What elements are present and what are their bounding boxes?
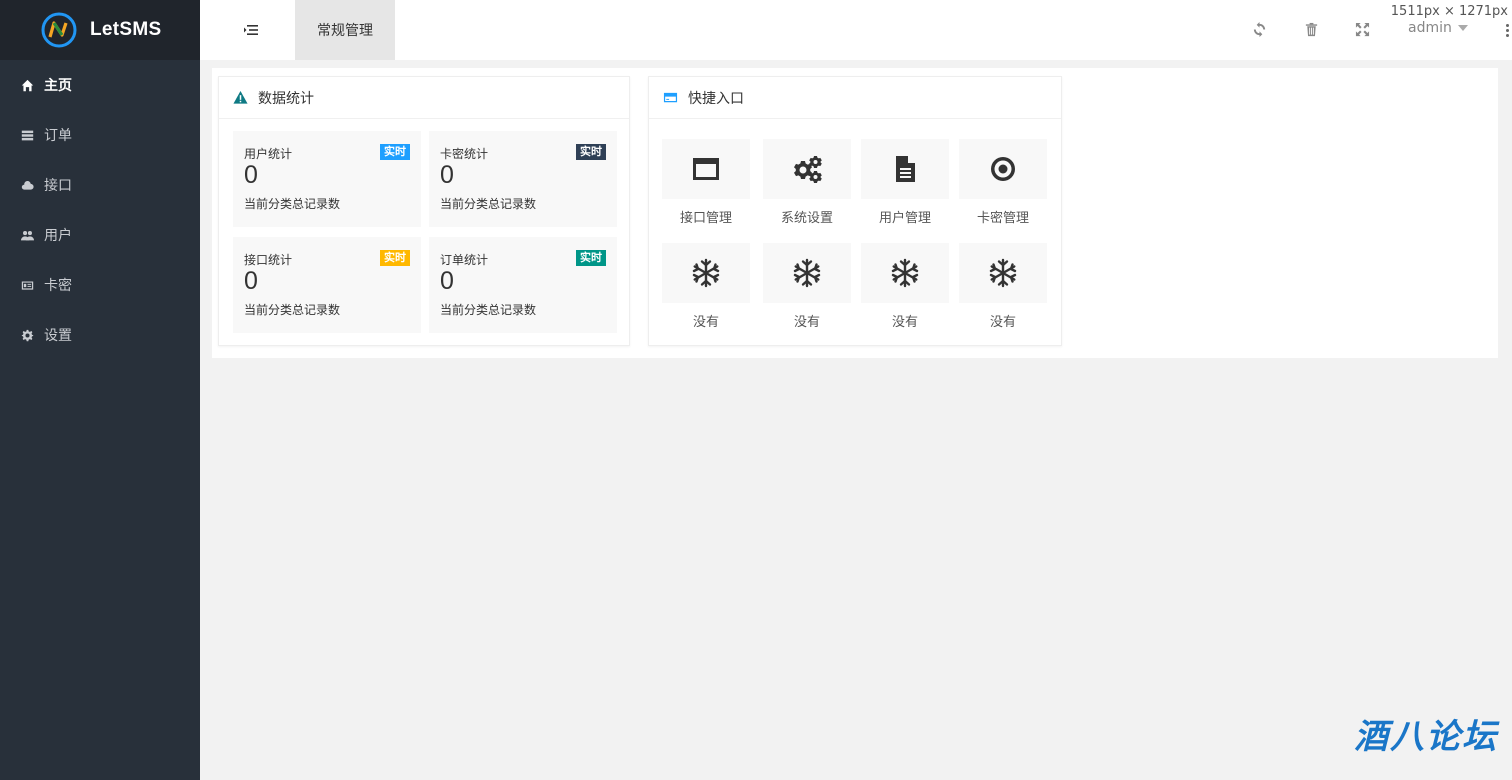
home-icon: [20, 78, 34, 92]
list-icon: [20, 128, 34, 142]
stat-value: 0: [440, 267, 454, 295]
target-icon: [991, 157, 1015, 181]
stat-value: 0: [244, 267, 258, 295]
file-icon: [896, 156, 915, 182]
stats-card-header: 数据统计: [219, 77, 629, 119]
quick-item-label: 没有: [891, 315, 918, 330]
stat-title: 用户统计: [244, 147, 293, 161]
menu-toggle-icon[interactable]: [243, 22, 259, 38]
quick-item-label: 系统设置: [780, 211, 833, 226]
fullscreen-icon[interactable]: [1355, 22, 1371, 38]
quick-item-label: 没有: [692, 315, 719, 330]
quick-item-label: 卡密管理: [976, 211, 1029, 226]
quick-item-system-settings[interactable]: 系统设置: [763, 139, 851, 226]
refresh-icon[interactable]: [1252, 22, 1268, 38]
quick-item-box: [763, 243, 851, 303]
chevron-down-icon: [1457, 25, 1468, 31]
stat-title: 接口统计: [244, 253, 293, 267]
sidebar-item-orders[interactable]: 订单: [0, 110, 200, 160]
stat-title: 卡密统计: [440, 147, 489, 161]
credit-card-icon: [663, 90, 679, 106]
stat-desc: 当前分类总记录数: [440, 303, 537, 317]
users-icon: [20, 228, 34, 242]
stat-api: 接口统计 实时 0 当前分类总记录数: [233, 237, 421, 333]
sidebar-item-label: 主页: [44, 78, 72, 94]
quick-item-card-management[interactable]: 卡密管理: [959, 139, 1047, 226]
quick-card-title: 快捷入口: [688, 90, 744, 107]
status-badge: 实时: [380, 144, 410, 160]
user-menu[interactable]: admin: [1408, 20, 1468, 36]
more-vertical-icon[interactable]: [1501, 22, 1512, 38]
sidebar-nav: 主页 订单 接口 用户 卡密 设置: [0, 60, 200, 360]
top-header: 常规管理 admin 1511px × 1271px: [200, 0, 1512, 60]
quick-item-empty-4[interactable]: 没有: [959, 243, 1047, 330]
snowflake-icon: [692, 258, 720, 288]
stats-card-title: 数据统计: [258, 90, 314, 107]
sidebar-item-label: 设置: [44, 328, 72, 344]
stat-cards: 卡密统计 实时 0 当前分类总记录数: [429, 131, 617, 227]
sidebar: LetSMS 主页 订单 接口 用户 卡密 设置: [0, 0, 200, 780]
quick-item-box: [763, 139, 851, 199]
tab-general-management[interactable]: 常规管理: [295, 0, 395, 60]
quick-card-header: 快捷入口: [649, 77, 1061, 119]
trash-icon[interactable]: [1304, 22, 1320, 38]
quick-entry-card: 快捷入口 接口管理 系统设置 用户管理 卡密管理 没有 没有 没有 没有: [648, 76, 1062, 346]
quick-item-api-management[interactable]: 接口管理: [662, 139, 750, 226]
gears-icon: [794, 156, 822, 183]
status-badge: 实时: [576, 250, 606, 266]
sidebar-item-label: 用户: [44, 228, 72, 244]
logo[interactable]: LetSMS: [0, 0, 200, 60]
app-name: LetSMS: [90, 19, 162, 40]
stat-value: 0: [440, 161, 454, 189]
warning-icon: [233, 90, 249, 106]
stat-desc: 当前分类总记录数: [244, 303, 341, 317]
quick-item-empty-3[interactable]: 没有: [861, 243, 949, 330]
quick-item-box: [861, 243, 949, 303]
quick-item-box: [959, 139, 1047, 199]
sidebar-item-cards[interactable]: 卡密: [0, 260, 200, 310]
sidebar-item-settings[interactable]: 设置: [0, 310, 200, 360]
quick-item-label: 用户管理: [878, 211, 931, 226]
forum-watermark: 酒八论坛: [1354, 717, 1498, 757]
cloud-icon: [20, 178, 34, 192]
quick-item-label: 接口管理: [679, 211, 732, 226]
quick-item-box: [662, 243, 750, 303]
stat-value: 0: [244, 161, 258, 189]
stat-desc: 当前分类总记录数: [440, 197, 537, 211]
sidebar-item-label: 订单: [44, 128, 72, 144]
gear-icon: [20, 328, 34, 342]
window-icon: [693, 158, 719, 180]
quick-item-box: [662, 139, 750, 199]
sidebar-item-label: 接口: [44, 178, 72, 194]
snowflake-icon: [793, 258, 821, 288]
sidebar-item-label: 卡密: [44, 278, 72, 294]
quick-item-user-management[interactable]: 用户管理: [861, 139, 949, 226]
quick-item-box: [959, 243, 1047, 303]
quick-item-empty-1[interactable]: 没有: [662, 243, 750, 330]
quick-item-empty-2[interactable]: 没有: [763, 243, 851, 330]
sidebar-item-home[interactable]: 主页: [0, 60, 200, 110]
stat-orders: 订单统计 实时 0 当前分类总记录数: [429, 237, 617, 333]
stat-title: 订单统计: [440, 253, 489, 267]
dimension-overlay: 1511px × 1271px: [1386, 4, 1512, 19]
id-card-icon: [20, 278, 34, 292]
quick-item-label: 没有: [793, 315, 820, 330]
status-badge: 实时: [380, 250, 410, 266]
stats-card: 数据统计 用户统计 实时 0 当前分类总记录数 卡密统计 实时 0 当前分类总记…: [218, 76, 630, 346]
quick-item-label: 没有: [989, 315, 1016, 330]
main-content: 数据统计 用户统计 实时 0 当前分类总记录数 卡密统计 实时 0 当前分类总记…: [212, 68, 1498, 358]
sidebar-item-api[interactable]: 接口: [0, 160, 200, 210]
quick-item-box: [861, 139, 949, 199]
snowflake-icon: [989, 258, 1017, 288]
snowflake-icon: [891, 258, 919, 288]
user-name: admin: [1408, 20, 1452, 36]
sidebar-item-users[interactable]: 用户: [0, 210, 200, 260]
status-badge: 实时: [576, 144, 606, 160]
logo-icon: [41, 12, 77, 48]
stat-users: 用户统计 实时 0 当前分类总记录数: [233, 131, 421, 227]
stat-desc: 当前分类总记录数: [244, 197, 341, 211]
